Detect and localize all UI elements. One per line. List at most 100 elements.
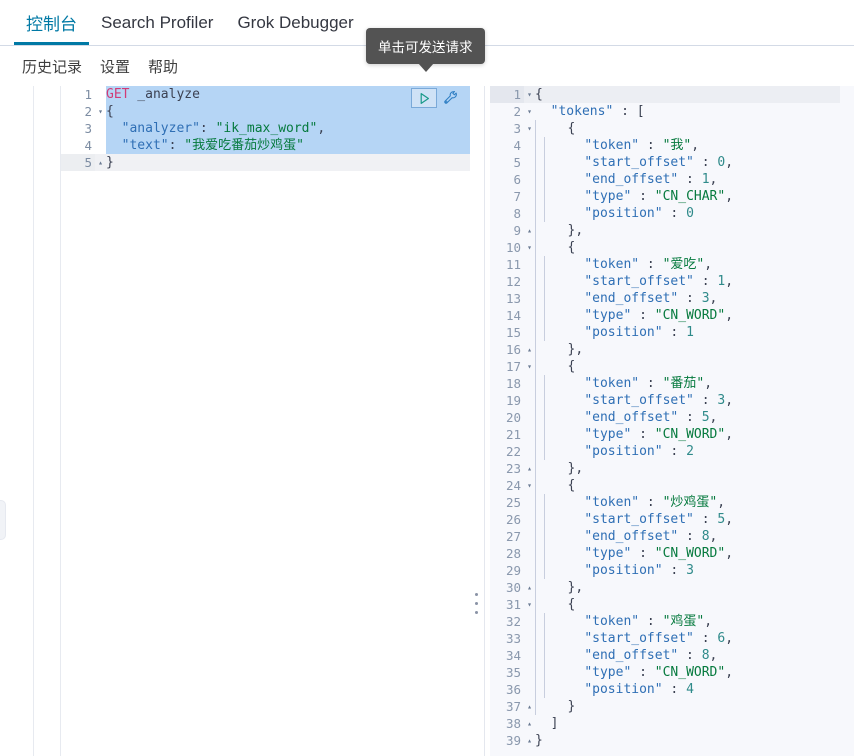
code-line[interactable]: 37 ▴ } xyxy=(490,698,854,715)
fold-toggle-icon[interactable]: ▴ xyxy=(524,222,535,239)
code-line[interactable]: 25 "token" : "炒鸡蛋", xyxy=(490,494,854,511)
indent-guide xyxy=(535,613,544,630)
history-button[interactable]: 历史记录 xyxy=(22,56,82,77)
code-line[interactable]: 39 ▴} xyxy=(490,732,854,749)
send-request-button[interactable] xyxy=(411,88,437,108)
fold-toggle-icon[interactable]: ▴ xyxy=(524,460,535,477)
fold-toggle-icon[interactable]: ▴ xyxy=(524,341,535,358)
code-line[interactable]: 8 "position" : 0 xyxy=(490,205,854,222)
code-line[interactable]: 15 "position" : 1 xyxy=(490,324,854,341)
code-line[interactable]: 29 "position" : 3 xyxy=(490,562,854,579)
code-line[interactable]: 4 "text": "我爱吃番茄炒鸡蛋" xyxy=(61,137,470,154)
indent-guide xyxy=(544,426,553,443)
code-text: { xyxy=(535,358,854,375)
line-number: 27 xyxy=(490,528,524,545)
code-line[interactable]: 23 ▴ }, xyxy=(490,460,854,477)
code-line[interactable]: 32 "token" : "鸡蛋", xyxy=(490,613,854,630)
code-line[interactable]: 6 "end_offset" : 1, xyxy=(490,171,854,188)
indent-guide xyxy=(544,630,553,647)
wrench-button[interactable] xyxy=(441,89,461,107)
indent-guide xyxy=(544,443,553,460)
code-line[interactable]: 20 "end_offset" : 5, xyxy=(490,409,854,426)
code-line[interactable]: 4 "token" : "我", xyxy=(490,137,854,154)
code-line[interactable]: 12 "start_offset" : 1, xyxy=(490,273,854,290)
fold-toggle-icon[interactable]: ▾ xyxy=(524,358,535,375)
code-line[interactable]: 5 ▴} xyxy=(61,154,470,171)
code-line[interactable]: 26 "start_offset" : 5, xyxy=(490,511,854,528)
code-line[interactable]: 24 ▾ { xyxy=(490,477,854,494)
code-line[interactable]: 14 "type" : "CN_WORD", xyxy=(490,307,854,324)
code-text: } xyxy=(106,155,114,170)
settings-button[interactable]: 设置 xyxy=(100,56,130,77)
code-line[interactable]: 36 "position" : 4 xyxy=(490,681,854,698)
code-line[interactable]: 13 "end_offset" : 3, xyxy=(490,290,854,307)
tab-search-profiler[interactable]: Search Profiler xyxy=(89,0,225,45)
code-line[interactable]: 5 "start_offset" : 0, xyxy=(490,154,854,171)
code-line[interactable]: 35 "type" : "CN_WORD", xyxy=(490,664,854,681)
tab-grok-debugger[interactable]: Grok Debugger xyxy=(225,0,365,45)
code-line[interactable]: 7 "type" : "CN_CHAR", xyxy=(490,188,854,205)
code-line[interactable]: 2 ▾ "tokens" : [ xyxy=(490,103,854,120)
code-line[interactable]: 33 "start_offset" : 6, xyxy=(490,630,854,647)
indent-guide xyxy=(535,460,544,477)
indent-guide xyxy=(544,562,553,579)
indent-guide xyxy=(535,358,544,375)
code-text: { xyxy=(535,477,854,494)
fold-toggle-icon[interactable]: ▴ xyxy=(95,154,106,171)
code-line[interactable]: 38 ▴ ] xyxy=(490,715,854,732)
code-line[interactable]: 30 ▴ }, xyxy=(490,579,854,596)
line-number: 2 xyxy=(61,103,95,120)
response-editor[interactable]: 1 ▾{2 ▾ "tokens" : [3 ▾ {4 "token" : "我", 5 … xyxy=(490,86,854,756)
indent-guide xyxy=(535,375,544,392)
code-line[interactable]: 19 "start_offset" : 3, xyxy=(490,392,854,409)
indent-guide xyxy=(544,324,553,341)
code-text: "token" : "鸡蛋", xyxy=(535,613,854,630)
line-number: 34 xyxy=(490,647,524,664)
code-line[interactable]: 17 ▾ { xyxy=(490,358,854,375)
line-number: 5 xyxy=(490,154,524,171)
request-actions xyxy=(409,88,471,108)
fold-toggle-icon[interactable]: ▾ xyxy=(524,239,535,256)
play-triangle-icon xyxy=(420,92,429,104)
code-line[interactable]: 9 ▴ }, xyxy=(490,222,854,239)
code-line[interactable]: 28 "type" : "CN_WORD", xyxy=(490,545,854,562)
fold-toggle-icon[interactable]: ▴ xyxy=(524,715,535,732)
fold-toggle-icon[interactable]: ▾ xyxy=(524,120,535,137)
help-button[interactable]: 帮助 xyxy=(148,56,178,77)
response-scrollbar-track[interactable] xyxy=(840,86,854,756)
code-line[interactable]: 1 ▾{ xyxy=(490,86,854,103)
code-line[interactable]: 18 "token" : "番茄", xyxy=(490,375,854,392)
code-line[interactable]: 27 "end_offset" : 8, xyxy=(490,528,854,545)
line-number: 18 xyxy=(490,375,524,392)
fold-toggle-icon[interactable]: ▴ xyxy=(524,579,535,596)
fold-toggle-icon[interactable]: ▾ xyxy=(95,103,106,120)
code-text: }, xyxy=(535,222,854,239)
request-editor[interactable]: 1 GET _analyze 2 ▾{3 "analyzer": "ik_max_wo… xyxy=(61,86,470,756)
indent-guide xyxy=(544,494,553,511)
tab-console[interactable]: 控制台 xyxy=(14,0,89,45)
code-text: ] xyxy=(550,716,559,731)
line-number: 36 xyxy=(490,681,524,698)
fold-toggle-icon[interactable]: ▴ xyxy=(524,732,535,749)
fold-toggle-icon[interactable]: ▾ xyxy=(524,477,535,494)
code-line[interactable]: 3 "analyzer": "ik_max_word", xyxy=(61,120,470,137)
fold-toggle-icon[interactable]: ▾ xyxy=(524,596,535,613)
code-text: "token" : "我", xyxy=(535,137,854,154)
code-line[interactable]: 21 "type" : "CN_WORD", xyxy=(490,426,854,443)
code-line[interactable]: 10 ▾ { xyxy=(490,239,854,256)
line-number: 38 xyxy=(490,715,524,732)
code-line[interactable]: 3 ▾ { xyxy=(490,120,854,137)
line-number: 21 xyxy=(490,426,524,443)
code-line[interactable]: 31 ▾ { xyxy=(490,596,854,613)
code-line[interactable]: 34 "end_offset" : 8, xyxy=(490,647,854,664)
code-line[interactable]: 22 "position" : 2 xyxy=(490,443,854,460)
panel-splitter[interactable] xyxy=(470,86,490,756)
fold-toggle-icon[interactable]: ▴ xyxy=(524,698,535,715)
fold-toggle-icon[interactable]: ▾ xyxy=(524,103,535,120)
indent-guide xyxy=(535,205,544,222)
fold-toggle-icon[interactable]: ▾ xyxy=(524,86,535,103)
code-line[interactable]: 11 "token" : "爱吃", xyxy=(490,256,854,273)
sidebar-collapse-handle[interactable] xyxy=(0,500,6,540)
indent-guide xyxy=(544,375,553,392)
code-line[interactable]: 16 ▴ }, xyxy=(490,341,854,358)
